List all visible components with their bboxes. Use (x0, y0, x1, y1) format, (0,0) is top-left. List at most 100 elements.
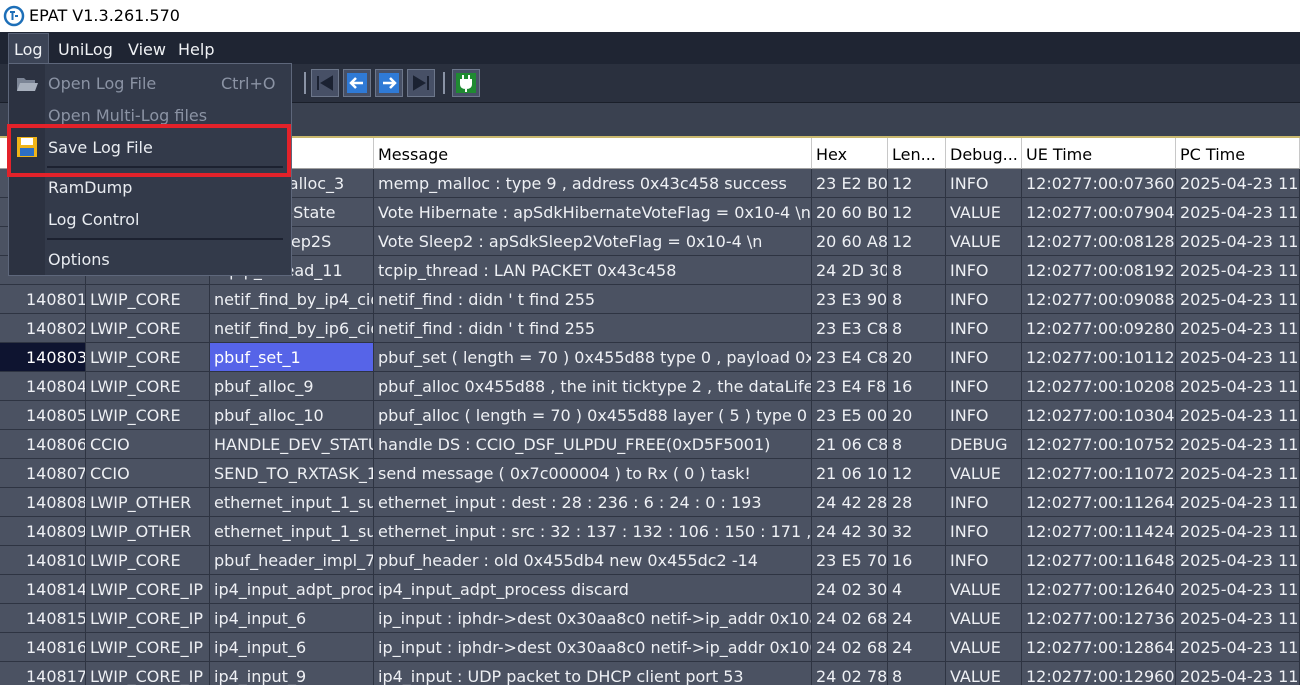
cell-debug-level[interactable]: VALUE (946, 633, 1022, 662)
cell-hex[interactable]: 23 E5 70 (812, 546, 888, 575)
cell-debug-level[interactable]: INFO (946, 372, 1022, 401)
cell-module[interactable]: LWIP_CORE (86, 401, 210, 430)
cell-id[interactable]: ethernet_input_1_sub (210, 517, 374, 546)
cell-ue-time[interactable]: 12:0277:00:10304 (1022, 401, 1176, 430)
first-icon[interactable] (311, 69, 339, 97)
column-header-debug-level[interactable]: Debug... (946, 138, 1022, 169)
table-row[interactable]: 140815 LWIP_CORE_IP ip4_input_6 ip_input : … (0, 604, 1300, 633)
cell-debug-level[interactable]: INFO (946, 285, 1022, 314)
cell-pc-time[interactable]: 2025-04-23 11:0 (1176, 604, 1300, 633)
cell-length[interactable]: 32 (888, 517, 946, 546)
cell-module[interactable]: LWIP_CORE (86, 314, 210, 343)
plug-icon[interactable] (452, 69, 480, 97)
cell-debug-level[interactable]: VALUE (946, 227, 1022, 256)
cell-length[interactable]: 12 (888, 198, 946, 227)
cell-pc-time[interactable]: 2025-04-23 11:0 (1176, 546, 1300, 575)
cell-ue-time[interactable]: 12:0277:00:07904 (1022, 198, 1176, 227)
cell-length[interactable]: 8 (888, 662, 946, 685)
cell-debug-level[interactable]: VALUE (946, 459, 1022, 488)
next-icon[interactable] (375, 69, 403, 97)
cell-module[interactable]: LWIP_CORE_IP (86, 662, 210, 685)
cell-message[interactable]: send message ( 0x7c000004 ) to Rx ( 0 ) … (374, 459, 812, 488)
cell-message[interactable]: ip_input : iphdr->dest 0x30aa8c0 netif->… (374, 633, 812, 662)
cell-hex[interactable]: 24 42 30 (812, 517, 888, 546)
table-row[interactable]: 140809 LWIP_OTHER ethernet_input_1_sub ethe… (0, 517, 1300, 546)
cell-index[interactable]: 140807 (0, 459, 86, 488)
cell-length[interactable]: 16 (888, 546, 946, 575)
menu-item-open-log-file[interactable]: Open Log File (48, 74, 156, 93)
cell-debug-level[interactable]: DEBUG (946, 430, 1022, 459)
cell-message[interactable]: pbuf_alloc 0x455d88 , the init ticktype … (374, 372, 812, 401)
cell-index[interactable]: 140810 (0, 546, 86, 575)
table-row[interactable]: 140814LWIP_CORE_IP ip4_input_adpt_process… (0, 575, 1300, 604)
cell-length[interactable]: 4 (888, 575, 946, 604)
table-row[interactable]: 140816 LWIP_CORE_IP ip4_input_6 ip_input : … (0, 633, 1300, 662)
cell-module[interactable]: LWIP_CORE (86, 372, 210, 401)
column-header-pc-time[interactable]: PC Time (1176, 138, 1300, 169)
cell-ue-time[interactable]: 12:0277:00:11424 (1022, 517, 1176, 546)
cell-length[interactable]: 20 (888, 343, 946, 372)
table-row[interactable]: 140805 LWIP_CORE pbuf_alloc_10 pbuf_alloc (… (0, 401, 1300, 430)
cell-ue-time[interactable]: 12:0277:00:10112 (1022, 343, 1176, 372)
cell-index[interactable]: 140803 (0, 343, 86, 372)
cell-debug-level[interactable]: VALUE (946, 198, 1022, 227)
menu-view[interactable]: View (128, 40, 166, 59)
cell-debug-level[interactable]: VALUE (946, 604, 1022, 633)
cell-module[interactable]: LWIP_OTHER (86, 517, 210, 546)
cell-id[interactable]: pbuf_alloc_10 (210, 401, 374, 430)
cell-id[interactable]: pbuf_header_impl_7 (210, 546, 374, 575)
cell-message[interactable]: netif_find : didn ' t find 255 (374, 285, 812, 314)
cell-module[interactable]: LWIP_OTHER (86, 488, 210, 517)
cell-index[interactable]: 140801 (0, 285, 86, 314)
cell-index[interactable]: 140814 (0, 575, 86, 604)
cell-hex[interactable]: 23 E5 00 (812, 401, 888, 430)
cell-index[interactable]: 140809 (0, 517, 86, 546)
cell-index[interactable]: 140804 (0, 372, 86, 401)
cell-pc-time[interactable]: 2025-04-23 11:0 (1176, 343, 1300, 372)
cell-hex[interactable]: 20 60 B0 (812, 198, 888, 227)
cell-ue-time[interactable]: 12:0277:00:10752 (1022, 430, 1176, 459)
previous-icon[interactable] (343, 69, 371, 97)
cell-message[interactable]: Vote Sleep2 : apSdkSleep2VoteFlag = 0x10… (374, 227, 812, 256)
cell-length[interactable]: 20 (888, 401, 946, 430)
column-header-ue-time[interactable]: UE Time (1022, 138, 1176, 169)
cell-debug-level[interactable]: INFO (946, 256, 1022, 285)
cell-id[interactable]: ip4_input_9 (210, 662, 374, 685)
cell-pc-time[interactable]: 2025-04-23 11:0 (1176, 372, 1300, 401)
cell-id[interactable]: HANDLE_DEV_STATUS (210, 430, 374, 459)
cell-pc-time[interactable]: 2025-04-23 11:0 (1176, 430, 1300, 459)
menu-help[interactable]: Help (178, 40, 214, 59)
table-row[interactable]: 140804 LWIP_CORE pbuf_alloc_9 pbuf_alloc 0x… (0, 372, 1300, 401)
cell-module[interactable]: LWIP_CORE (86, 546, 210, 575)
cell-module[interactable]: LWIP_CORE_IP (86, 575, 210, 604)
cell-index[interactable]: 140806 (0, 430, 86, 459)
cell-pc-time[interactable]: 2025-04-23 11:0 (1176, 488, 1300, 517)
cell-pc-time[interactable]: 2025-04-23 11:0 (1176, 517, 1300, 546)
cell-message[interactable]: Vote Hibernate : apSdkHibernateVoteFlag … (374, 198, 812, 227)
cell-hex[interactable]: 23 E3 90 (812, 285, 888, 314)
table-row[interactable]: 140802 LWIP_CORE netif_find_by_ip6_cid neti… (0, 314, 1300, 343)
cell-ue-time[interactable]: 12:0277:00:12640 (1022, 575, 1176, 604)
cell-hex[interactable]: 24 2D 30 (812, 256, 888, 285)
table-row[interactable]: 140810 LWIP_CORE pbuf_header_impl_7 pbuf_he… (0, 546, 1300, 575)
cell-id[interactable]: pbuf_set_1 (210, 343, 374, 372)
cell-ue-time[interactable]: 12:0277:00:11648 (1022, 546, 1176, 575)
cell-message[interactable]: pbuf_header : old 0x455db4 new 0x455dc2 … (374, 546, 812, 575)
cell-message[interactable]: ip4_input_adpt_process discard (374, 575, 812, 604)
cell-hex[interactable]: 21 06 10 (812, 459, 888, 488)
cell-length[interactable]: 28 (888, 488, 946, 517)
cell-module[interactable]: CCIO (86, 430, 210, 459)
last-icon[interactable] (407, 69, 435, 97)
table-row[interactable]: 140806 CCIO HANDLE_DEV_STATUS handle DS : C… (0, 430, 1300, 459)
cell-ue-time[interactable]: 12:0277:00:09280 (1022, 314, 1176, 343)
cell-pc-time[interactable]: 2025-04-23 11:0 (1176, 575, 1300, 604)
cell-message[interactable]: ip_input : iphdr->dest 0x30aa8c0 netif->… (374, 604, 812, 633)
table-row[interactable]: 140801 LWIP_CORE netif_find_by_ip4_cid neti… (0, 285, 1300, 314)
cell-hex[interactable]: 24 02 78 (812, 662, 888, 685)
cell-hex[interactable]: 23 E2 B0 (812, 169, 888, 198)
cell-ue-time[interactable]: 12:0277:00:10208 (1022, 372, 1176, 401)
menu-unilog[interactable]: UniLog (58, 40, 113, 59)
cell-pc-time[interactable]: 2025-04-23 11:0 (1176, 227, 1300, 256)
cell-message[interactable]: ethernet_input : src : 32 : 137 : 132 : … (374, 517, 812, 546)
cell-pc-time[interactable]: 2025-04-23 11:0 (1176, 401, 1300, 430)
